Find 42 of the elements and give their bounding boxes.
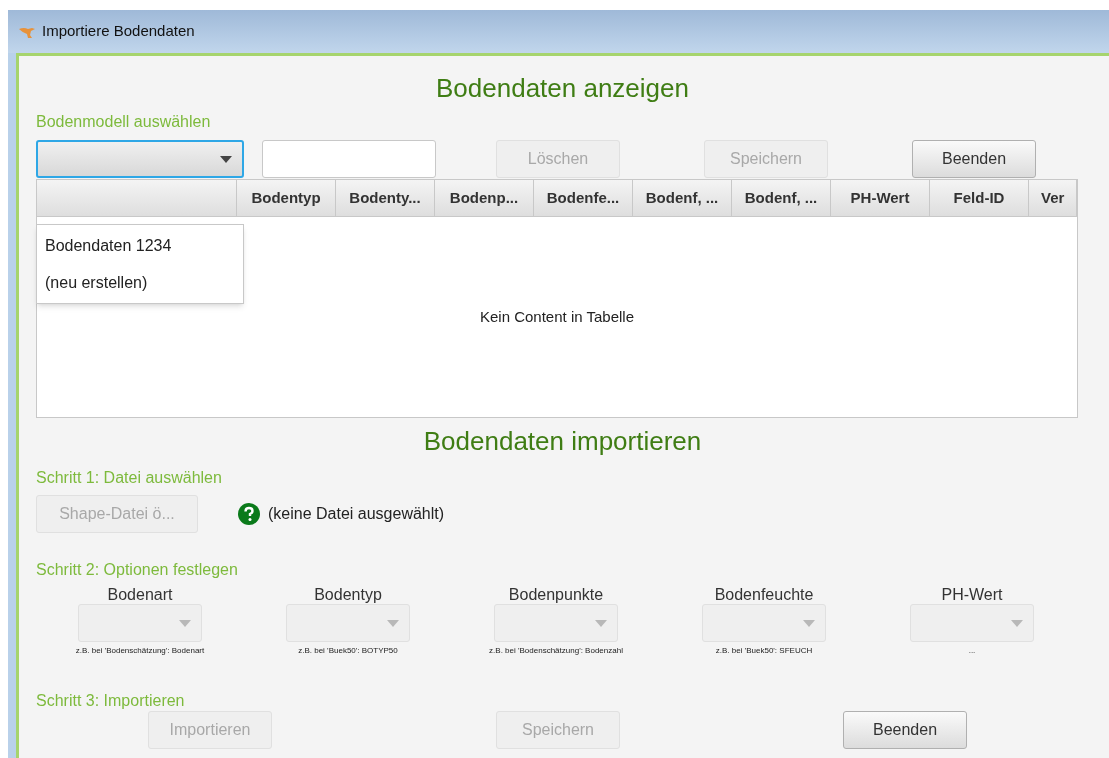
column-header[interactable]: Bodentyp: [237, 180, 336, 216]
caret-icon: [803, 619, 815, 627]
hint-text: z.B. bei 'Bodenschätzung': Bodenart: [75, 645, 205, 657]
dropdown-option[interactable]: Bodendaten 1234: [37, 227, 243, 264]
option-label: Bodentyp: [314, 586, 382, 604]
caret-icon: [179, 619, 191, 627]
column-header[interactable]: Bodenf, ...: [633, 180, 732, 216]
caret-icon: [1011, 619, 1023, 627]
step-label: Schritt 3: Importieren: [36, 691, 186, 711]
hint-text: z.B. bei 'Bodenschätzung': Bodenzahl: [489, 645, 623, 657]
hint-text: ...: [968, 645, 976, 657]
column-header[interactable]: Bodenty...: [336, 180, 435, 216]
kangaroo-icon: [18, 25, 36, 38]
column-header[interactable]: Ver: [1029, 180, 1077, 216]
step-label: Schritt 1: Datei auswählen: [36, 468, 223, 488]
button[interactable]: Beenden: [912, 140, 1036, 178]
button[interactable]: Beenden: [843, 711, 967, 749]
column-header[interactable]: PH-Wert: [831, 180, 930, 216]
name-input-field[interactable]: [262, 140, 436, 178]
caret-icon: [220, 155, 232, 163]
help-icon: [238, 503, 260, 525]
option-label: Bodenfeuchte: [714, 586, 814, 604]
option-label: Bodenart: [107, 586, 173, 604]
field-label: Bodenmodell auswählen: [36, 112, 212, 132]
column-header[interactable]: Bodenfe...: [534, 180, 633, 216]
column-header[interactable]: Feld-ID: [930, 180, 1029, 216]
column-header[interactable]: Bodenf, ...: [732, 180, 831, 216]
caret-icon: [595, 619, 607, 627]
file-status-text: (keine Datei ausgewählt): [268, 504, 445, 524]
option-label: PH-Wert: [941, 586, 1003, 604]
section-heading: Bodendaten importieren: [423, 424, 702, 458]
column-header[interactable]: Bodenp...: [435, 180, 534, 216]
step-label: Schritt 2: Optionen festlegen: [36, 560, 239, 580]
hint-text: z.B. bei 'Buek50': BOTYP50: [298, 645, 398, 657]
option-label: Bodenpunkte: [508, 586, 604, 604]
hint-text: z.B. bei 'Buek50': SFEUCH: [715, 645, 813, 657]
section-heading: Bodendaten anzeigen: [436, 72, 689, 105]
window-title: Importiere Bodendaten: [42, 21, 195, 42]
dropdown-option[interactable]: (neu erstellen): [37, 264, 243, 301]
caret-icon: [387, 619, 399, 627]
model-dropdown[interactable]: [36, 140, 244, 178]
empty-table-text: Kein Content in Tabelle: [480, 306, 634, 327]
